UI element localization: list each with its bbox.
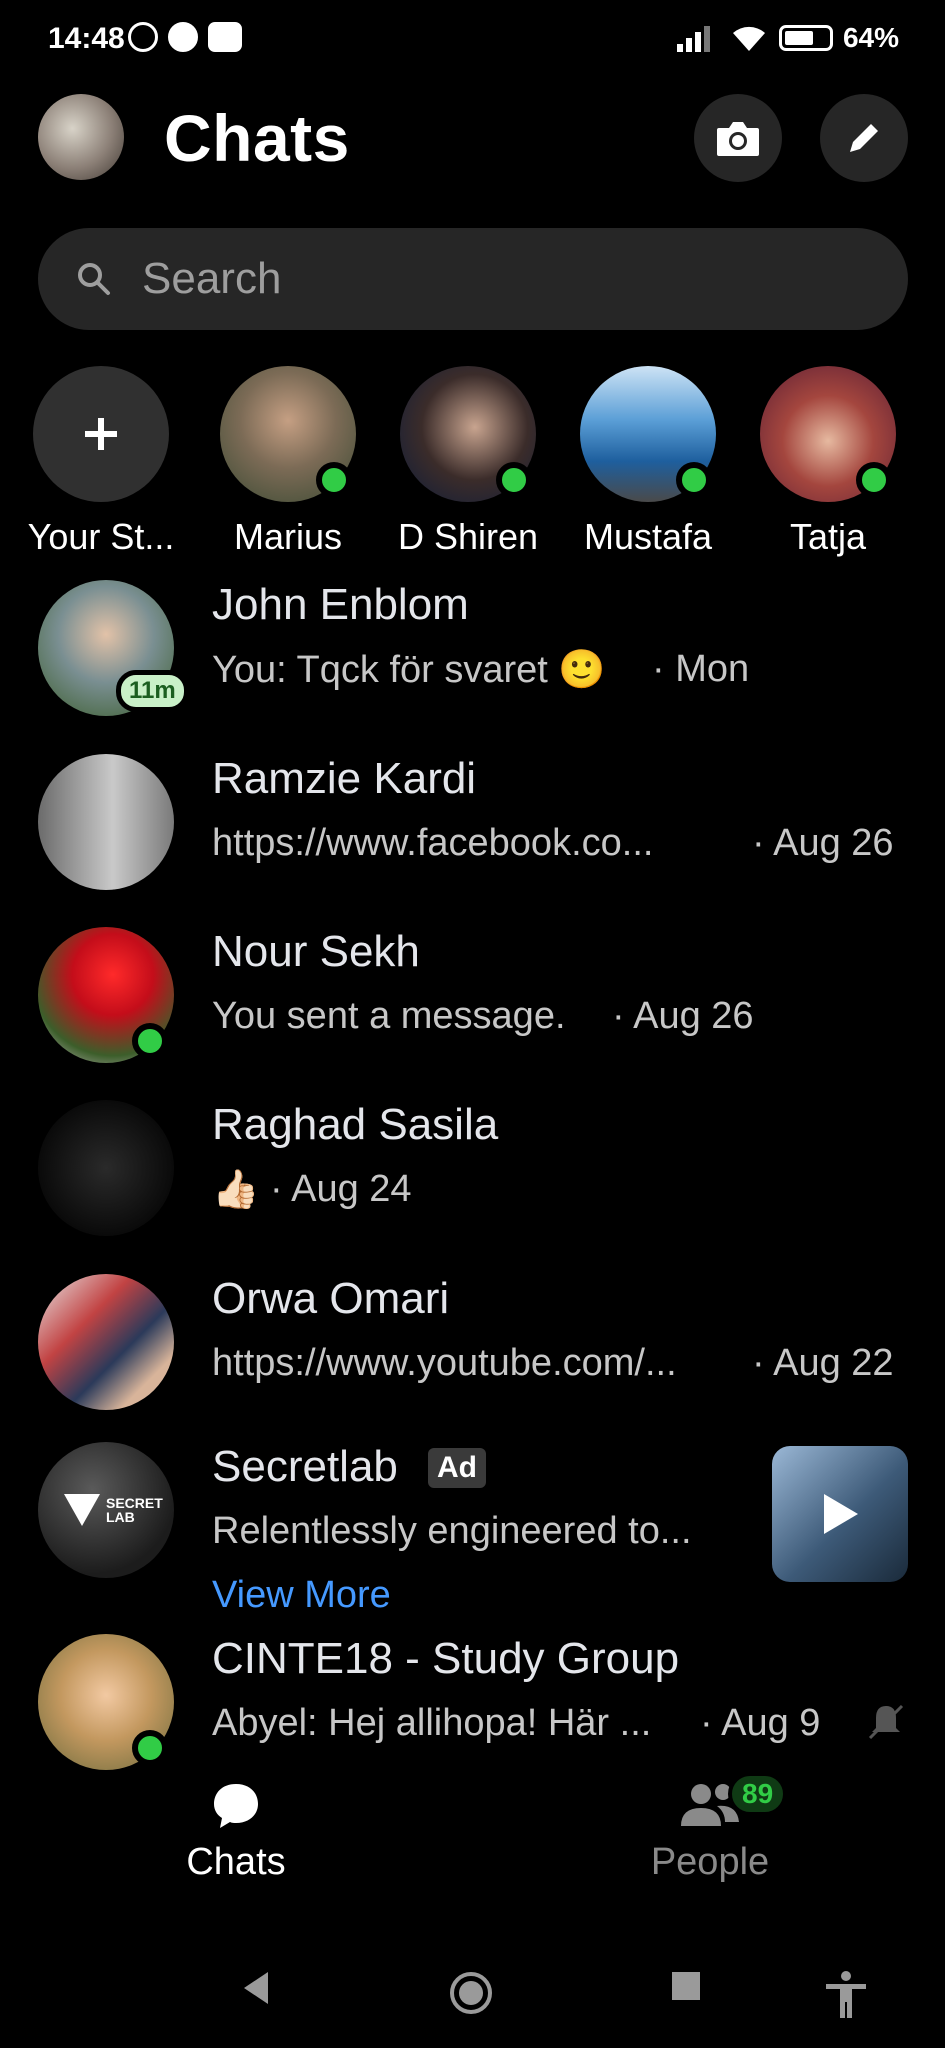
active-time-badge: 11m <box>116 670 189 712</box>
secretlab-logo-mark <box>64 1494 100 1526</box>
online-indicator <box>856 462 892 498</box>
ad-label: Ad <box>428 1448 486 1488</box>
online-indicator <box>316 462 352 498</box>
search-bar[interactable] <box>38 228 908 330</box>
story-your-story[interactable]: Your St... <box>16 366 186 558</box>
chat-row[interactable]: Orwa Omari https://www.youtube.com/... ·… <box>0 1264 945 1424</box>
page-title: Chats <box>164 101 350 175</box>
plus-icon <box>85 418 117 450</box>
bottom-navigation: Chats 89 People <box>0 1772 945 1910</box>
alarm-icon <box>128 22 158 52</box>
chat-preview: https://www.youtube.com/... <box>212 1342 677 1384</box>
online-indicator <box>132 1730 168 1766</box>
story-name: D Shiren <box>397 516 539 557</box>
muted-bell-icon <box>868 1704 904 1740</box>
tab-label: Chats <box>186 1841 286 1883</box>
chat-time: · Mon <box>652 648 750 690</box>
youtube-icon <box>208 22 242 52</box>
story-avatar <box>580 366 716 502</box>
tab-chats[interactable]: Chats <box>86 1780 386 1884</box>
signal-icon <box>676 26 710 52</box>
story-mustafa[interactable]: Mustafa <box>563 366 733 558</box>
stories-row: Your St... Marius D Shiren Mustafa Tatja <box>0 366 945 566</box>
chat-name: John Enblom <box>212 580 469 629</box>
chat-preview: You: Tqck för svaret 🙂 <box>212 649 606 691</box>
accessibility-icon[interactable] <box>824 1970 868 2020</box>
battery-icon <box>778 25 833 51</box>
online-indicator <box>132 1023 168 1059</box>
chat-preview: https://www.facebook.co... <box>212 822 654 864</box>
status-left-icons <box>128 22 242 52</box>
new-message-button[interactable] <box>820 94 908 182</box>
status-right-icons: 64% <box>676 22 899 54</box>
story-avatar <box>220 366 356 502</box>
story-avatar <box>760 366 896 502</box>
chat-name: Orwa Omari <box>212 1274 450 1323</box>
search-icon <box>78 263 110 295</box>
chat-time: · Aug 26 <box>752 822 894 864</box>
story-avatar <box>400 366 536 502</box>
tab-people[interactable]: 89 People <box>560 1772 860 1884</box>
chat-row[interactable]: Raghad Sasila 👍🏻 · Aug 24 <box>0 1090 945 1250</box>
story-name: Marius <box>233 516 343 557</box>
online-indicator <box>676 462 712 498</box>
battery-percent: 64% <box>842 22 899 53</box>
chat-name: CINTE18 - Study Group <box>212 1634 680 1683</box>
chat-row[interactable]: Nour Sekh You sent a message. · Aug 26 <box>0 917 945 1077</box>
chat-bubble-icon <box>214 1784 258 1828</box>
chat-name: Secretlab <box>212 1442 398 1491</box>
edit-icon <box>850 124 878 152</box>
secretlab-logo: SECRET LAB <box>38 1442 174 1578</box>
chat-time: · Aug 9 <box>700 1702 821 1744</box>
story-name: Your St... <box>27 516 175 557</box>
story-tatja[interactable]: Tatja <box>743 366 913 558</box>
online-indicator <box>496 462 532 498</box>
tab-label: People <box>650 1841 770 1883</box>
chat-avatar <box>38 1100 174 1236</box>
chat-row[interactable]: Ramzie Kardi https://www.facebook.co... … <box>0 744 945 904</box>
chat-preview: 👍🏻 <box>212 1169 260 1211</box>
chat-time: · Aug 24 <box>270 1168 412 1210</box>
secretlab-logo-text: SECRET LAB <box>106 1495 163 1525</box>
chat-name: Ramzie Kardi <box>212 754 477 803</box>
chat-row[interactable]: 11m John Enblom You: Tqck för svaret 🙂 ·… <box>0 570 945 730</box>
people-count-badge: 89 <box>728 1772 788 1816</box>
profile-avatar[interactable] <box>38 94 124 180</box>
header: Chats <box>0 90 945 190</box>
ad-video-thumbnail[interactable] <box>772 1446 908 1582</box>
home-icon[interactable] <box>448 1970 494 2016</box>
chat-row-ad[interactable]: SECRET LAB Secretlab Ad Relentlessly eng… <box>0 1432 945 1616</box>
wifi-icon <box>732 26 765 51</box>
chat-preview: Abyel: Hej allihopa! Här ... <box>212 1702 652 1744</box>
chat-time: · Aug 22 <box>752 1342 894 1384</box>
recents-icon[interactable] <box>670 1970 702 2002</box>
camera-button[interactable] <box>694 94 782 182</box>
chat-preview: You sent a message. <box>212 995 566 1037</box>
story-name: Mustafa <box>583 516 713 557</box>
office-365-icon <box>168 22 198 52</box>
chat-avatar <box>38 1274 174 1410</box>
chat-preview: Relentlessly engineered to... <box>212 1510 692 1552</box>
play-icon <box>824 1494 858 1534</box>
search-input[interactable] <box>142 254 842 304</box>
story-name: Tatja <box>789 516 867 557</box>
view-more-link[interactable]: View More <box>212 1574 391 1617</box>
story-d-shiren[interactable]: D Shiren <box>383 366 553 558</box>
camera-icon <box>717 122 759 156</box>
status-bar: 14:48 64% <box>0 0 945 84</box>
status-time: 14:48 <box>48 22 125 55</box>
chat-name: Raghad Sasila <box>212 1100 499 1149</box>
back-icon[interactable] <box>240 1970 272 2006</box>
chat-name: Nour Sekh <box>212 927 420 976</box>
story-marius[interactable]: Marius <box>203 366 373 558</box>
chat-avatar <box>38 754 174 890</box>
chat-row[interactable]: CINTE18 - Study Group Abyel: Hej allihop… <box>0 1624 945 1784</box>
system-navigation <box>0 1950 945 2048</box>
chat-time: · Aug 26 <box>612 995 754 1037</box>
add-story-button[interactable] <box>33 366 169 502</box>
